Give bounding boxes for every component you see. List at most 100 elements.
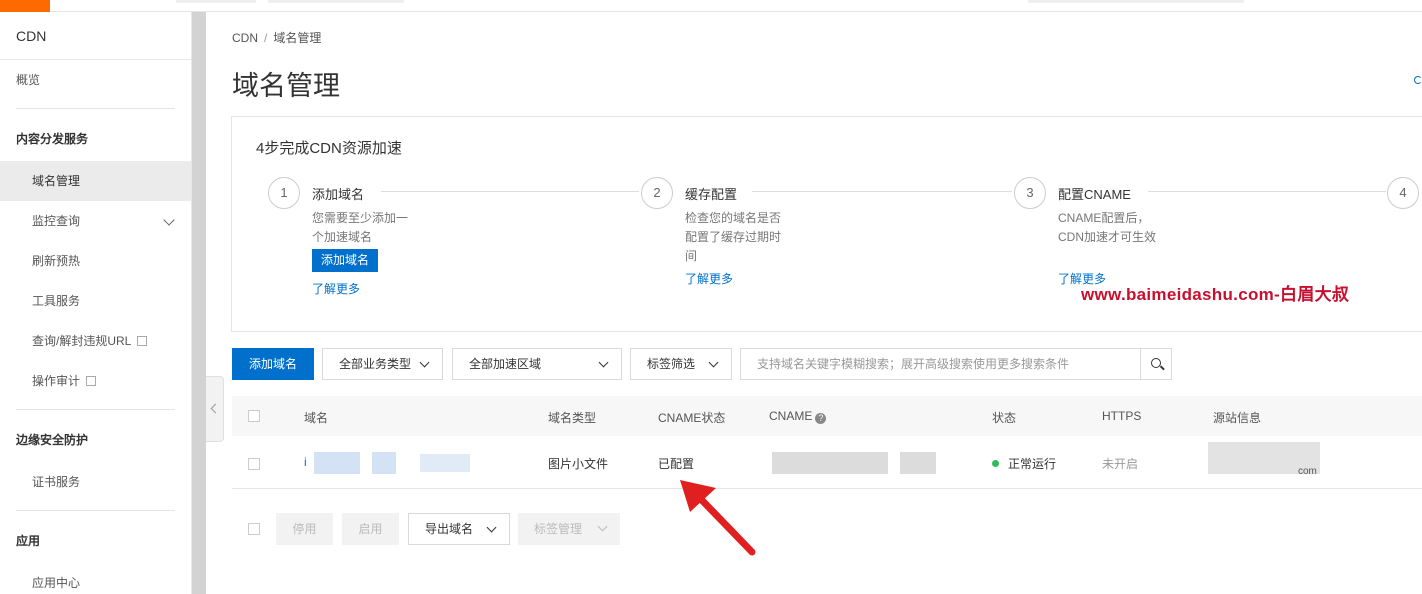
sidebar-item-domain-management[interactable]: 域名管理 [0,161,191,201]
redacted-domain [372,452,396,474]
sidebar: CDN 概览 内容分发服务 域名管理 监控查询 刷新预热 工具服务 查询/解封违… [0,12,192,594]
redacted-cname [900,452,936,474]
status-text: 正常运行 [1008,457,1057,471]
column-header-status: 状态 [992,411,1017,425]
top-nav-item[interactable] [268,0,404,3]
step-connector [752,191,1012,192]
guide-title: 4步完成CDN资源加速 [256,140,402,157]
step-description: 您需要至少添加一个加速域名 [312,211,409,244]
add-domain-button[interactable]: 添加域名 [232,348,314,380]
step-title: 缓存配置 [685,187,738,202]
step-connector [381,191,639,192]
sidebar-item-app-center[interactable]: 应用中心 [0,563,191,594]
top-search[interactable] [1028,0,1244,3]
learn-more-link[interactable]: 了解更多 [685,270,733,287]
chevron-down-icon [708,357,719,368]
column-header-cname: CNAME? [769,409,827,424]
sidebar-item-label: 监控查询 [32,214,81,228]
step-description: 检查您的域名是否配置了缓存过期时间 [685,211,782,263]
breadcrumb: CDN / 域名管理 [232,29,321,46]
column-header-origin: 源站信息 [1213,411,1262,425]
button-label: 导出域名 [425,522,474,536]
refresh-icon[interactable] [1414,76,1422,84]
chevron-down-icon [419,357,430,368]
step-title: 添加域名 [312,187,365,202]
watermark-text: www.baimeidashu.com-白眉大叔 [1081,285,1350,304]
step-description: CNAME配置后，CDN加速才可生效 [1058,211,1156,244]
step-title: 配置CNAME [1058,187,1131,202]
domain-type: 图片小文件 [548,457,609,471]
chevron-down-icon [486,522,497,533]
top-nav-bar [0,0,1422,12]
annotation-arrow [680,480,756,556]
disable-button[interactable]: 停用 [276,513,333,545]
enable-button[interactable]: 启用 [342,513,399,545]
tag-management-button[interactable]: 标签管理 [518,513,620,545]
region-select[interactable]: 全部加速区域 [452,348,622,380]
column-header-label: CNAME [769,409,813,423]
chevron-left-icon [210,403,221,414]
sidebar-divider [16,510,175,511]
status-dot [992,460,999,467]
step-number: 1 [268,177,300,209]
business-type-select[interactable]: 全部业务类型 [322,348,443,380]
add-domain-guide-button[interactable]: 添加域名 [312,249,378,272]
sidebar-item-monitoring[interactable]: 监控查询 [0,201,191,241]
redacted-domain [420,454,470,472]
sidebar-item-refresh-preload[interactable]: 刷新预热 [0,241,191,281]
column-header-type: 域名类型 [548,411,597,425]
step-connector [1148,191,1386,192]
select-all-checkbox[interactable] [248,410,260,422]
sidebar-item-violation-url[interactable]: 查询/解封违规URL [0,321,191,361]
breadcrumb-root[interactable]: CDN [232,31,258,45]
sidebar-item-label: 操作审计 [32,374,81,388]
console-logo[interactable] [0,0,50,12]
step-number: 2 [641,177,673,209]
sidebar-group-app: 应用 [16,534,41,548]
sidebar-group-content: 内容分发服务 [16,132,89,146]
sidebar-group-security: 边缘安全防护 [16,433,89,447]
sidebar-item-certificates[interactable]: 证书服务 [0,462,191,502]
status-running: 正常运行 [992,455,1056,472]
external-link-icon [86,376,97,386]
chevron-down-icon [598,357,609,368]
origin-suffix: com [1298,466,1317,477]
tag-filter-select[interactable]: 标签筛选 [630,348,732,380]
step-number: 4 [1387,177,1419,209]
sidebar-item-tools[interactable]: 工具服务 [0,281,191,321]
page-title: 域名管理 [232,71,340,101]
chevron-down-icon [163,214,175,226]
top-nav-item[interactable] [176,0,256,3]
bottom-select-all-checkbox[interactable] [248,523,260,535]
select-value: 全部业务类型 [339,357,412,371]
search-input[interactable]: 支持域名关键字模糊搜索；展开高级搜索使用更多搜索条件 [740,348,1141,380]
breadcrumb-current: 域名管理 [273,31,322,45]
sidebar-divider [16,108,175,109]
table-row: i 图片小文件 已配置 正常运行 未开启 com [232,436,1422,489]
select-value: 标签筛选 [647,357,696,371]
external-link-icon [137,336,148,346]
sidebar-scrollbar[interactable] [192,12,206,594]
column-header-https: HTTPS [1102,409,1142,423]
select-value: 全部加速区域 [469,357,542,371]
column-header-domain: 域名 [304,411,329,425]
help-icon[interactable]: ? [815,413,827,424]
domain-link[interactable]: i [304,455,307,469]
redacted-cname [772,452,888,474]
step-number: 3 [1014,177,1046,209]
search-icon-handle [1160,365,1165,371]
redacted-domain [314,452,360,474]
https-status: 未开启 [1102,457,1139,471]
export-domains-button[interactable]: 导出域名 [408,513,510,545]
column-header-cname-status: CNAME状态 [658,411,726,425]
sidebar-item-label: 查询/解封违规URL [32,334,132,348]
sidebar-item-audit[interactable]: 操作审计 [0,361,191,401]
learn-more-link[interactable]: 了解更多 [312,280,360,297]
sidebar-collapse-button[interactable] [206,376,224,442]
row-checkbox[interactable] [248,458,260,470]
button-label: 标签管理 [534,522,583,536]
sidebar-item-overview[interactable]: 概览 [0,60,191,100]
search-button[interactable] [1140,348,1172,380]
table-header: 域名 域名类型 CNAME状态 CNAME? 状态 HTTPS 源站信息 [232,396,1422,436]
sidebar-divider [16,409,175,410]
